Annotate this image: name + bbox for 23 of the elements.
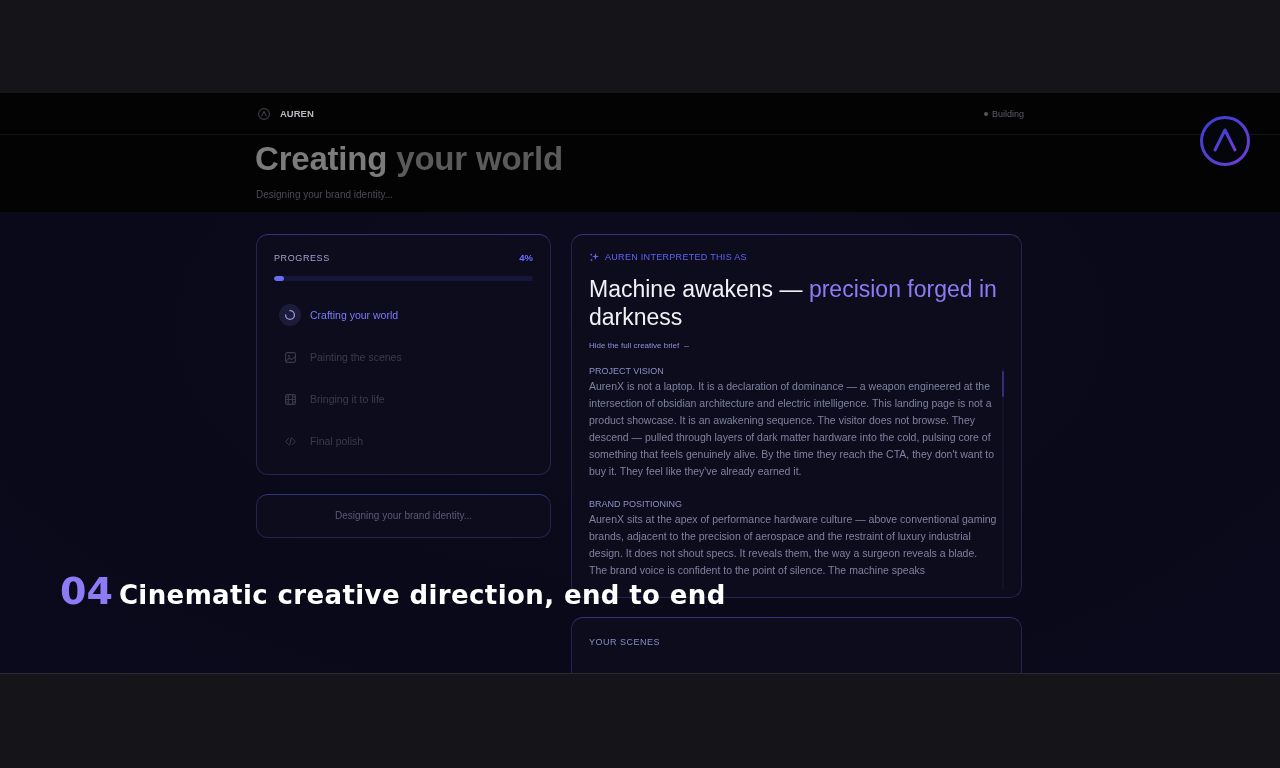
section-label: AUREN INTERPRETED THIS AS <box>605 251 747 263</box>
page-subtitle: Designing your brand identity... <box>256 188 395 202</box>
brand-name: AUREN <box>280 107 314 120</box>
status-message: Designing your brand identity... <box>334 509 473 523</box>
brief-paragraph: AurenX is not a laptop. It is a declaration of dominance — a weapon engineered at the intersection of obsidian architecture and electric intelligence. This landing page is not a product showcase. It is an awakening sequence. The visitor does not browse. They descend — pulled through layers of dark matter hardware into the cold, pulsing core of something that feels genuinely alive. By the time they reach the CTA, they don't want to buy it. They feel like they've already earned it. <box>589 379 996 479</box>
toggle-brief-link[interactable]: Hide the full creative brief <box>589 341 690 351</box>
minus-icon <box>684 345 690 347</box>
page-title: Creating your world <box>255 140 564 178</box>
brief-heading: PROJECT VISION <box>589 365 665 378</box>
brief-heading: BRAND POSITIONING <box>589 498 683 511</box>
brief-paragraph: AurenX sits at the apex of performance hardware culture — above conventional gaming brands, adjacent to the precision of aerospace and the restraint of luxury industrial design. It does not shout specs. It reveals them, the way a surgeon reveals a blade. The brand voice is confident to the point of silence. The machine speaks <box>589 512 997 578</box>
status-label: Building <box>991 107 1024 120</box>
progress-percent: 4% <box>519 252 533 264</box>
status-dot-icon <box>983 111 988 116</box>
step-label: Crafting your world <box>310 308 399 322</box>
caption-title: Cinematic creative direction, end to end <box>118 582 726 608</box>
scrollbar-thumb[interactable] <box>1002 371 1004 397</box>
caption-number: 04 <box>60 572 113 610</box>
sparkle-icon <box>589 251 600 263</box>
headline: Machine awakens — precision forged in darkness <box>589 275 998 331</box>
logo-icon <box>258 107 270 120</box>
scenes-title: YOUR SCENES <box>589 636 661 649</box>
progress-label: PROGRESS <box>274 252 330 264</box>
